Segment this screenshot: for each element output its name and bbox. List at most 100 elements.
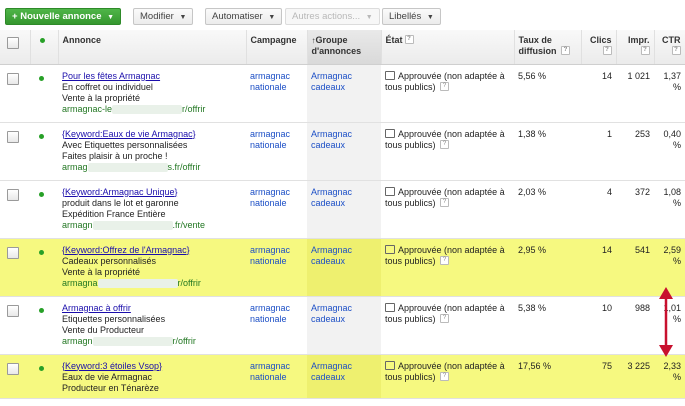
ctr-cell: 2,33 % <box>654 354 685 399</box>
help-icon[interactable]: ? <box>440 371 450 381</box>
modify-button[interactable]: Modifier ▼ <box>133 8 194 25</box>
ad-display-url: armagn r/offrir <box>62 336 242 347</box>
campaign-link[interactable]: armagnac nationale <box>250 71 290 92</box>
automate-button[interactable]: Automatiser ▼ <box>205 8 283 25</box>
select-all-checkbox[interactable] <box>7 37 19 49</box>
impressions-value: 3 225 <box>627 360 650 371</box>
speech-bubble-icon[interactable] <box>385 186 395 196</box>
clicks-cell: 4 <box>581 180 616 239</box>
row-checkbox[interactable] <box>7 304 19 317</box>
ad-description-line2: Producteur en Ténarèze <box>62 382 159 393</box>
row-checkbox[interactable] <box>7 362 19 375</box>
ad-group-link[interactable]: Armagnac cadeaux <box>311 245 352 266</box>
campaign-cell: armagnac nationale <box>246 64 307 123</box>
campaign-link[interactable]: armagnac nationale <box>250 187 290 208</box>
help-icon[interactable]: ? <box>671 46 681 55</box>
status-dot-icon <box>39 191 44 197</box>
labels-button[interactable]: Libellés ▼ <box>382 8 441 25</box>
row-status-cell <box>30 354 58 399</box>
row-checkbox[interactable] <box>7 130 19 143</box>
ad-group-cell: Armagnac cadeaux <box>307 238 381 297</box>
help-icon[interactable]: ? <box>440 313 450 323</box>
help-icon[interactable]: ? <box>440 255 450 265</box>
chevron-down-icon: ▼ <box>268 14 276 21</box>
ad-group-link[interactable]: Armagnac cadeaux <box>311 71 352 92</box>
ad-group-link[interactable]: Armagnac cadeaux <box>311 361 352 382</box>
column-header-ad-group[interactable]: ↑Groupe d'annonces <box>307 30 382 65</box>
ad-title-link[interactable]: Pour les fêtes Armagnac <box>62 71 242 82</box>
speech-bubble-icon[interactable] <box>385 302 395 312</box>
ad-group-link[interactable]: Armagnac cadeaux <box>311 129 352 150</box>
ad-row: {Keyword:Offrez de l'Armagnac} Cadeaux pe… <box>0 238 685 297</box>
impression-share-value: 2,03 % <box>518 186 547 197</box>
chevron-down-icon: ▼ <box>365 14 373 21</box>
impressions-cell: 372 <box>616 180 654 239</box>
redacted-url-segment <box>112 104 183 114</box>
speech-bubble-icon[interactable] <box>385 244 395 254</box>
help-icon[interactable]: ? <box>440 139 450 149</box>
clicks-cell: 1 <box>581 122 616 181</box>
help-icon[interactable]: ? <box>440 197 450 207</box>
impressions-cell: 988 <box>616 296 654 355</box>
row-select-cell <box>0 354 30 399</box>
ad-row: Pour les fêtes Armagnac En coffret ou ind… <box>0 64 685 123</box>
other-actions-button[interactable]: Autres actions... ▼ <box>285 8 380 25</box>
ad-title-link[interactable]: {Keyword:Eaux de vie Armagnac} <box>62 129 242 140</box>
ctr-value: 1,08 % <box>663 186 681 208</box>
speech-bubble-icon[interactable] <box>385 70 395 80</box>
column-header-impressions[interactable]: Impr.? <box>616 30 655 65</box>
row-checkbox[interactable] <box>7 246 19 259</box>
speech-bubble-icon[interactable] <box>385 128 395 138</box>
help-icon[interactable]: ? <box>440 81 450 91</box>
help-icon[interactable]: ? <box>404 35 414 44</box>
status-dot-icon <box>39 365 44 371</box>
help-icon[interactable]: ? <box>640 46 650 55</box>
ad-group-link[interactable]: Armagnac cadeaux <box>311 303 352 324</box>
help-icon[interactable]: ? <box>602 46 612 55</box>
status-dot-icon <box>39 249 44 255</box>
ad-title-link[interactable]: {Keyword:Offrez de l'Armagnac} <box>62 245 242 256</box>
ad-description-line1: produit dans le lot et garonne <box>62 197 179 208</box>
modify-label: Modifier <box>140 11 174 22</box>
column-header-status[interactable]: État? <box>381 30 515 65</box>
help-icon[interactable]: ? <box>561 46 571 55</box>
status-cell: Approuvée (non adaptée à tous publics) ? <box>381 122 514 181</box>
column-label: Taux de diffusion <box>518 35 557 56</box>
impressions-value: 988 <box>634 302 650 313</box>
ad-title-link[interactable]: Armagnac à offrir <box>62 303 242 314</box>
status-cell: Approuvée (non adaptée à tous publics) ? <box>381 296 514 355</box>
ad-cell: {Keyword:Eaux de vie Armagnac} Avec Etiqu… <box>58 122 246 181</box>
ad-description-line1: Avec Etiquettes personnalisées <box>62 139 188 150</box>
ad-group-link[interactable]: Armagnac cadeaux <box>311 187 352 208</box>
column-header-ad[interactable]: Annonce <box>58 30 247 65</box>
campaign-link[interactable]: armagnac nationale <box>250 245 290 266</box>
column-header-ctr[interactable]: CTR? <box>654 30 685 65</box>
column-label: CTR <box>662 35 681 45</box>
new-ad-button[interactable]: + Nouvelle annonce ▼ <box>5 8 122 25</box>
row-select-cell <box>0 238 30 297</box>
impressions-value: 1 021 <box>627 70 650 81</box>
other-actions-label: Autres actions... <box>292 11 361 22</box>
status-dot-icon <box>39 133 44 139</box>
ad-url-end: r/offrir <box>182 103 206 114</box>
new-ad-label: Nouvelle annonce <box>20 11 102 22</box>
redacted-url-segment <box>87 162 168 172</box>
ad-title-link[interactable]: {Keyword:3 étoiles Vsop} <box>62 361 242 372</box>
column-header-campaign[interactable]: Campagne <box>246 30 308 65</box>
column-label: Impr. <box>627 35 650 45</box>
column-header-impression-share[interactable]: Taux de diffusion ? <box>514 30 582 65</box>
speech-bubble-icon[interactable] <box>385 360 395 370</box>
campaign-link[interactable]: armagnac nationale <box>250 303 290 324</box>
row-checkbox[interactable] <box>7 72 19 85</box>
column-header-clicks[interactable]: Clics? <box>581 30 617 65</box>
row-checkbox[interactable] <box>7 188 19 201</box>
column-label: Groupe d'annonces <box>311 35 362 56</box>
campaign-link[interactable]: armagnac nationale <box>250 129 290 150</box>
campaign-link[interactable]: armagnac nationale <box>250 361 290 382</box>
row-select-cell <box>0 180 30 239</box>
status-dot-icon <box>39 38 45 43</box>
impression-share-value: 5,38 % <box>518 302 547 313</box>
impressions-value: 372 <box>634 186 650 197</box>
ad-title-link[interactable]: {Keyword:Armagnac Unique} <box>62 187 242 198</box>
impression-share-cell: 2,95 % <box>514 238 581 297</box>
